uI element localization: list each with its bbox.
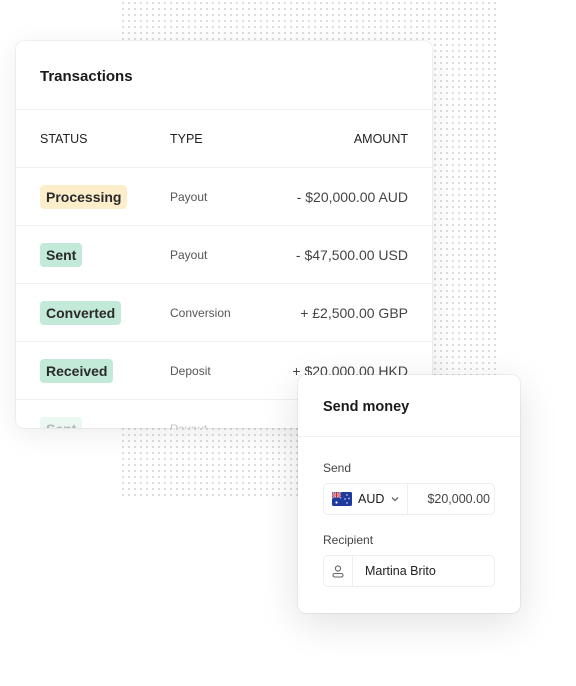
transaction-amount: + £2,500.00 GBP bbox=[300, 304, 408, 321]
status-badge: Sent bbox=[40, 242, 83, 267]
recipient-field[interactable]: Martina Brito bbox=[323, 555, 495, 587]
status-badge: Processing bbox=[40, 184, 128, 209]
transaction-type: Payout bbox=[170, 422, 290, 429]
status-badge: Received bbox=[40, 358, 114, 383]
send-money-title: Send money bbox=[298, 375, 520, 437]
transaction-type: Deposit bbox=[170, 363, 211, 378]
currency-code: AUD bbox=[358, 492, 385, 506]
transaction-amount: - $47,500.00 USD bbox=[295, 246, 408, 263]
australia-flag-icon bbox=[332, 492, 352, 506]
person-icon bbox=[324, 556, 353, 586]
table-row[interactable]: Processing Payout - $20,000.00 AUD bbox=[16, 168, 432, 226]
column-type: TYPE bbox=[170, 131, 203, 146]
recipient-name: Martina Brito bbox=[365, 564, 436, 578]
recipient-label: Recipient bbox=[323, 533, 374, 547]
status-badge: Sent bbox=[40, 416, 83, 428]
table-row[interactable]: Sent Payout - $47,500.00 USD bbox=[16, 226, 432, 284]
column-amount: AMOUNT bbox=[353, 131, 408, 146]
send-amount-field: AUD $20,000.00 bbox=[323, 483, 495, 515]
send-label: Send bbox=[323, 461, 352, 475]
chevron-down-icon bbox=[391, 497, 399, 502]
amount-input[interactable]: $20,000.00 bbox=[408, 492, 494, 506]
status-badge: Converted bbox=[40, 300, 122, 325]
transaction-type: Payout bbox=[170, 189, 208, 204]
transaction-type: Payout bbox=[170, 247, 208, 262]
column-status: STATUS bbox=[40, 131, 88, 146]
send-money-card: Send money Send AUD $20,000.00 Recipient… bbox=[298, 375, 520, 613]
transaction-amount: - $20,000.00 AUD bbox=[296, 188, 408, 205]
transaction-type: Conversion bbox=[170, 305, 231, 320]
transactions-card: Transactions STATUS TYPE AMOUNT Processi… bbox=[16, 41, 432, 428]
table-header: STATUS TYPE AMOUNT bbox=[16, 110, 432, 168]
table-row[interactable]: Converted Conversion + £2,500.00 GBP bbox=[16, 284, 432, 342]
transactions-title: Transactions bbox=[16, 41, 432, 110]
currency-select[interactable]: AUD bbox=[324, 484, 408, 514]
